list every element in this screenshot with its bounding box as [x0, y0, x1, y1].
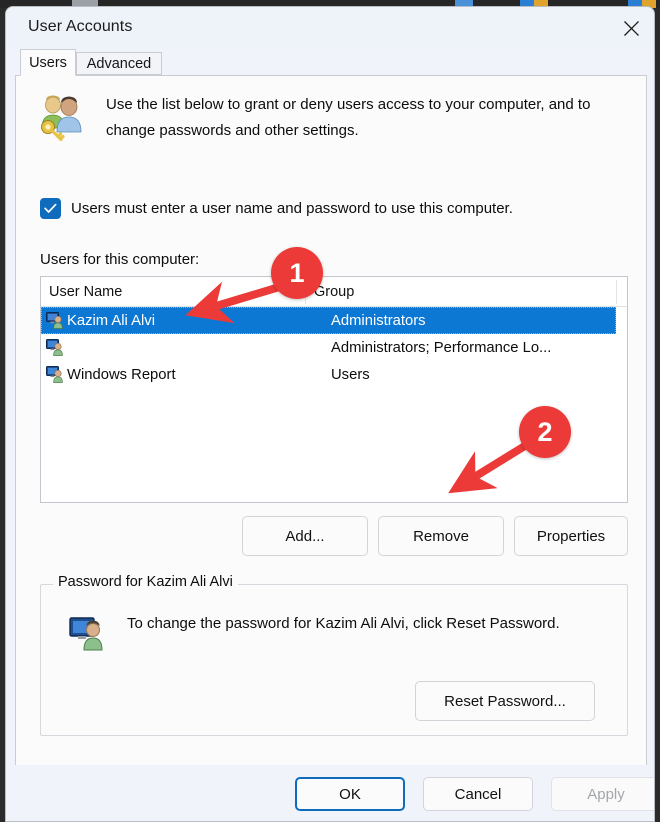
require-credentials-checkbox[interactable]: Users must enter a user name and passwor…	[40, 198, 513, 219]
checkbox-box	[40, 198, 61, 219]
cell-user-name: Windows Report	[67, 366, 176, 383]
column-header-group[interactable]: Group	[306, 277, 616, 307]
user-account-icon	[46, 338, 64, 356]
list-header-row: User Name Group	[41, 277, 627, 307]
add-button-label: Add...	[285, 527, 325, 545]
users-list[interactable]: User Name Group Kazim Ali Alvi Administr…	[40, 276, 628, 503]
title-bar: User Accounts	[6, 7, 654, 49]
dialog-footer: OK Cancel Apply	[6, 765, 654, 821]
table-row[interactable]: Administrators; Performance Lo...	[41, 334, 627, 361]
checkbox-label: Users must enter a user name and passwor…	[71, 200, 513, 217]
add-button[interactable]: Add...	[242, 516, 368, 556]
users-list-label: Users for this computer:	[40, 251, 200, 268]
reset-password-button[interactable]: Reset Password...	[415, 681, 595, 721]
column-header-group-label: Group	[314, 284, 355, 300]
close-icon[interactable]	[608, 7, 654, 49]
cell-group: Administrators; Performance Lo...	[331, 339, 552, 356]
properties-button[interactable]: Properties	[514, 516, 628, 556]
ok-button[interactable]: OK	[295, 777, 405, 811]
column-header-user-name[interactable]: User Name	[41, 277, 305, 307]
tab-strip: Users Advanced	[15, 49, 647, 76]
user-account-icon	[46, 365, 64, 383]
apply-button: Apply	[551, 777, 654, 811]
cell-group: Administrators	[331, 312, 426, 329]
properties-button-label: Properties	[536, 527, 606, 545]
intro-text: Use the list below to grant or deny user…	[106, 96, 591, 139]
remove-button-label: Remove	[413, 527, 469, 545]
password-group-box: Password for Kazim Ali Alvi To change th…	[40, 574, 628, 736]
column-header-user-name-label: User Name	[49, 284, 123, 300]
tab-users[interactable]: Users	[20, 49, 76, 76]
password-group-title: Password for Kazim Ali Alvi	[53, 574, 238, 590]
user-account-icon	[46, 311, 64, 329]
list-rows: Kazim Ali Alvi Administrators Administra…	[41, 307, 627, 388]
users-key-icon	[36, 94, 86, 142]
user-accounts-dialog: User Accounts Users Advanced Use the lis…	[5, 6, 655, 822]
users-tab-page: Use the list below to grant or deny user…	[15, 75, 647, 767]
ok-button-label: OK	[339, 785, 361, 803]
user-monitor-icon	[69, 615, 105, 651]
apply-button-label: Apply	[587, 785, 625, 803]
cell-group: Users	[331, 366, 370, 383]
table-row[interactable]: Kazim Ali Alvi Administrators	[41, 307, 616, 334]
cell-user-name: Kazim Ali Alvi	[67, 312, 155, 329]
remove-button[interactable]: Remove	[378, 516, 504, 556]
tab-users-label: Users	[29, 54, 67, 71]
tab-advanced-label: Advanced	[86, 55, 152, 72]
table-row[interactable]: Windows Report Users	[41, 361, 627, 388]
password-group-text: To change the password for Kazim Ali Alv…	[127, 615, 560, 632]
column-header-spare[interactable]	[617, 277, 628, 307]
cancel-button[interactable]: Cancel	[423, 777, 533, 811]
page-title: User Accounts	[28, 18, 133, 35]
reset-password-button-label: Reset Password...	[444, 692, 566, 710]
tab-advanced[interactable]: Advanced	[76, 52, 162, 75]
cancel-button-label: Cancel	[454, 785, 502, 803]
